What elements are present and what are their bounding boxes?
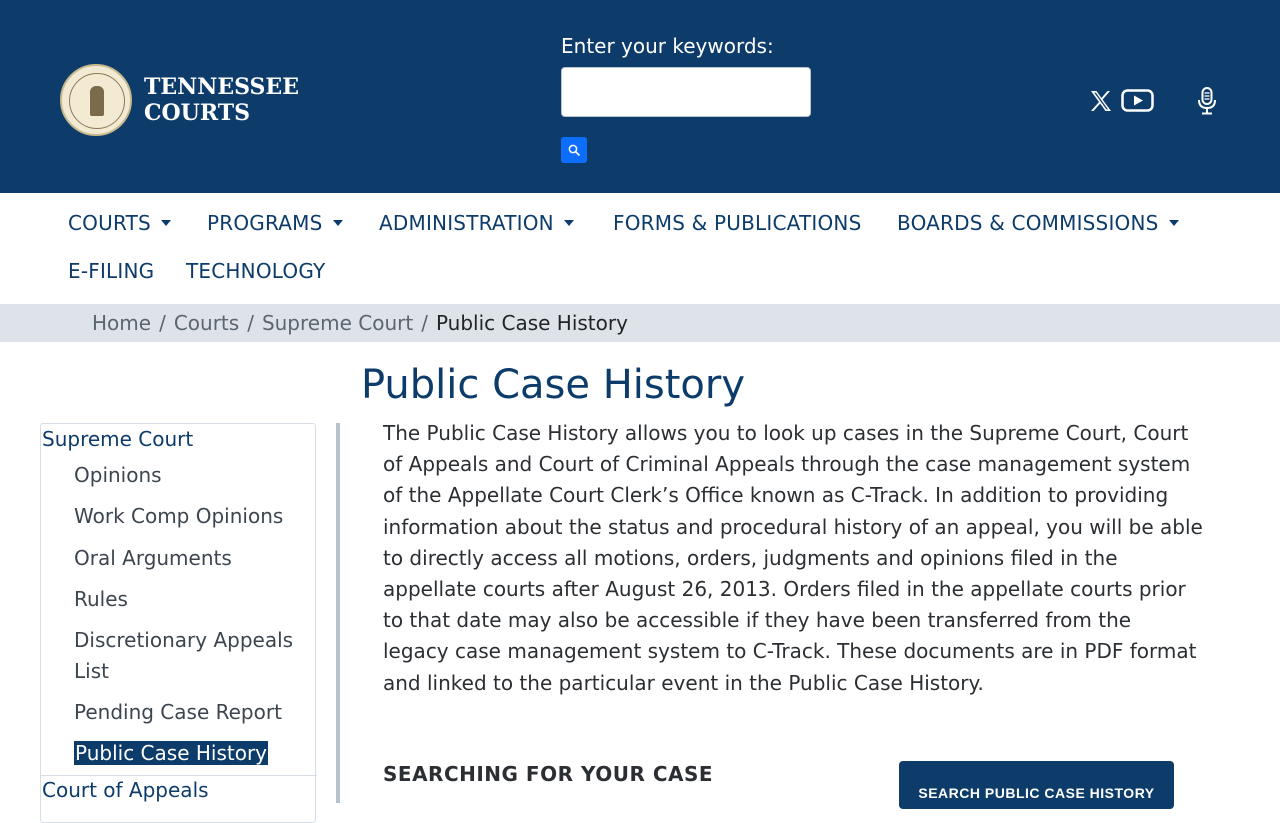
breadcrumb-courts[interactable]: Courts: [174, 311, 239, 335]
logo-line-2: COURTS: [144, 100, 251, 126]
logo-text: TENNESSEE COURTS: [144, 74, 299, 126]
site-header: TENNESSEE COURTS Enter your keywords:: [0, 0, 1280, 193]
sidebar-item-public-case-history[interactable]: Public Case History: [74, 738, 314, 769]
site-logo[interactable]: TENNESSEE COURTS: [60, 64, 299, 136]
sidebar-item-discretionary-appeals-list[interactable]: Discretionary Appeals List: [74, 625, 314, 687]
logo-line-1: TENNESSEE: [144, 74, 299, 100]
nav-item-programs[interactable]: PROGRAMS: [207, 211, 343, 235]
nav-item-administration[interactable]: ADMINISTRATION: [379, 211, 574, 235]
content-divider: [336, 423, 340, 803]
breadcrumb-separator: /: [159, 311, 166, 335]
nav-item-label: TECHNOLOGY: [186, 259, 326, 283]
nav-item-label: E-FILING: [68, 259, 155, 283]
search-input[interactable]: [561, 67, 811, 117]
sidebar-item-oral-arguments[interactable]: Oral Arguments: [74, 543, 314, 574]
search-public-case-history-button[interactable]: SEARCH PUBLIC CASE HISTORY: [899, 761, 1174, 809]
sidebar-item-label: Work Comp Opinions: [74, 504, 284, 528]
breadcrumb-current: Public Case History: [435, 311, 628, 335]
breadcrumb-separator: /: [247, 311, 254, 335]
breadcrumb-home[interactable]: Home: [92, 311, 151, 335]
search-icon: [568, 144, 580, 156]
search-button[interactable]: [561, 137, 587, 163]
caret-down-icon: [160, 219, 171, 226]
youtube-icon[interactable]: [1121, 86, 1155, 116]
breadcrumb-trail: Home / Courts / Supreme Court / Public Case Hi…: [92, 311, 628, 335]
caret-down-icon: [332, 219, 343, 226]
sidebar-divider: [41, 775, 317, 776]
caret-down-icon: [563, 219, 574, 226]
sidebar-section-supreme-court[interactable]: Supreme Court: [42, 427, 193, 451]
sidebar-section-court-of-appeals[interactable]: Court of Appeals: [42, 778, 209, 802]
breadcrumb: Home / Courts / Supreme Court / Public Case Hi…: [0, 304, 1280, 342]
nav-item-label: ADMINISTRATION: [379, 211, 554, 235]
nav-item-boards-commissions[interactable]: BOARDS & COMMISSIONS: [897, 211, 1179, 235]
breadcrumb-separator: /: [421, 311, 428, 335]
caret-down-icon: [1168, 219, 1179, 226]
sidebar-item-label: Oral Arguments: [74, 546, 232, 570]
page-title: Public Case History: [361, 362, 746, 408]
sidebar-navigation: Supreme Court Opinions Work Comp Opinion…: [40, 423, 317, 823]
tennessee-judiciary-seal-icon: [60, 64, 132, 136]
sidebar-item-work-comp-opinions[interactable]: Work Comp Opinions: [74, 501, 314, 532]
sidebar-item-label: Pending Case Report: [74, 700, 282, 724]
nav-item-technology[interactable]: TECHNOLOGY: [186, 259, 325, 283]
main-navigation: COURTS PROGRAMS ADMINISTRATION FORMS & P…: [0, 193, 1280, 304]
sidebar-item-label: Public Case History: [74, 741, 269, 765]
search-label: Enter your keywords:: [561, 34, 774, 58]
sidebar-item-label: Opinions: [74, 463, 162, 487]
sidebar-item-label: Rules: [74, 587, 128, 611]
x-logo-icon[interactable]: [1089, 86, 1113, 116]
section-heading: SEARCHING FOR YOUR CASE: [383, 762, 714, 786]
sidebar-item-label: Discretionary Appeals List: [74, 628, 294, 683]
nav-item-forms-publications[interactable]: FORMS & PUBLICATIONS: [613, 211, 861, 235]
nav-item-label: BOARDS & COMMISSIONS: [897, 211, 1159, 235]
sidebar-item-opinions[interactable]: Opinions: [74, 460, 314, 491]
sidebar-item-rules[interactable]: Rules: [74, 584, 314, 615]
intro-paragraph: The Public Case History allows you to lo…: [383, 421, 1203, 695]
microphone-icon[interactable]: [1196, 86, 1218, 116]
breadcrumb-supreme-court[interactable]: Supreme Court: [262, 311, 413, 335]
nav-item-e-filing[interactable]: E-FILING: [68, 259, 154, 283]
sidebar-item-pending-case-report[interactable]: Pending Case Report: [74, 697, 314, 728]
nav-item-label: COURTS: [68, 211, 151, 235]
nav-item-courts[interactable]: COURTS: [68, 211, 171, 235]
nav-item-label: PROGRAMS: [207, 211, 323, 235]
nav-item-label: FORMS & PUBLICATIONS: [613, 211, 862, 235]
